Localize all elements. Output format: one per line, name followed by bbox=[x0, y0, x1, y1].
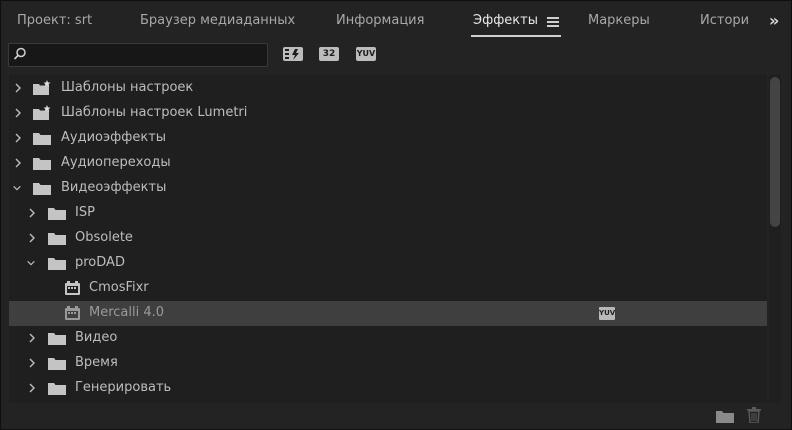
chevron-right-icon[interactable] bbox=[27, 232, 37, 244]
tab-info[interactable]: Информация bbox=[336, 13, 424, 28]
tree-row-label: CmosFixr bbox=[89, 280, 149, 295]
tree-row-mercalli[interactable]: Mercalli 4.0 YUV bbox=[9, 301, 767, 326]
search-icon bbox=[13, 47, 26, 60]
yuv-effects-button[interactable]: YUV bbox=[356, 45, 376, 63]
chevron-right-icon[interactable] bbox=[27, 207, 37, 219]
tree-row-label: Шаблоны настроек Lumetri bbox=[61, 105, 248, 120]
effects-panel: Проект: srt Браузер медиаданных Информац… bbox=[0, 0, 792, 430]
tree-row-label: Время bbox=[75, 355, 118, 370]
tree-row-label: Шаблоны настроек bbox=[61, 80, 194, 95]
chevron-right-icon[interactable] bbox=[27, 332, 37, 344]
active-tab-indicator bbox=[471, 35, 561, 37]
tree-row-generate[interactable]: Генерировать bbox=[9, 376, 767, 401]
tab-project[interactable]: Проект: srt bbox=[17, 13, 92, 28]
video-effect-icon bbox=[65, 281, 80, 295]
tabs-overflow-icon[interactable]: » bbox=[769, 11, 780, 30]
tree-row-audio-effects[interactable]: Аудиоэффекты bbox=[9, 126, 767, 151]
tree-row-lumetri-presets[interactable]: Шаблоны настроек Lumetri bbox=[9, 101, 767, 126]
chevron-right-icon[interactable] bbox=[27, 382, 37, 394]
folder-icon bbox=[48, 358, 66, 370]
search-box bbox=[8, 43, 268, 67]
folder-icon bbox=[33, 183, 51, 195]
tree-row-video-effects[interactable]: Видеоэффекты bbox=[9, 176, 767, 201]
tree-row-label: Аудиоэффекты bbox=[61, 130, 167, 145]
32-bit-effects-button[interactable]: 32 bbox=[319, 45, 339, 63]
folder-icon bbox=[33, 133, 51, 145]
yuv-icon: YUV bbox=[356, 47, 376, 61]
tree-row-label: proDAD bbox=[75, 255, 125, 270]
folder-icon bbox=[48, 208, 66, 220]
preset-folder-icon bbox=[33, 80, 51, 95]
new-bin-folder-icon[interactable] bbox=[716, 409, 734, 423]
tree-row-label: Видеоэффекты bbox=[61, 180, 167, 195]
accelerated-effects-icon bbox=[283, 47, 303, 61]
folder-icon bbox=[48, 333, 66, 345]
tree-row-obsolete[interactable]: Obsolete bbox=[9, 226, 767, 251]
tree-row-label: Аудиопереходы bbox=[61, 155, 171, 170]
tree-row-label: Obsolete bbox=[75, 230, 133, 245]
tree-row-video[interactable]: Видео bbox=[9, 326, 767, 351]
tree-row-presets[interactable]: Шаблоны настроек bbox=[9, 76, 767, 101]
tab-markers[interactable]: Маркеры bbox=[588, 13, 650, 28]
tree-row-prodad[interactable]: proDAD bbox=[9, 251, 767, 276]
chevron-right-icon[interactable] bbox=[13, 82, 23, 94]
accelerated-effects-button[interactable] bbox=[283, 45, 303, 63]
chevron-right-icon[interactable] bbox=[27, 357, 37, 369]
chevron-right-icon[interactable] bbox=[13, 157, 23, 169]
chevron-right-icon[interactable] bbox=[13, 132, 23, 144]
vertical-scrollbar[interactable] bbox=[769, 75, 781, 403]
panel-tab-bar: Проект: srt Браузер медиаданных Информац… bbox=[1, 1, 791, 39]
chevron-down-icon[interactable] bbox=[26, 257, 36, 269]
tab-effects[interactable]: Эффекты bbox=[473, 13, 538, 28]
tree-row-audio-transitions[interactable]: Аудиопереходы bbox=[9, 151, 767, 176]
video-effect-icon bbox=[65, 306, 80, 320]
effects-tree: Шаблоны настроек Шаблоны настроек Lumetr… bbox=[9, 75, 767, 403]
search-input[interactable] bbox=[31, 45, 265, 65]
folder-icon bbox=[48, 233, 66, 245]
tree-row-label: Mercalli 4.0 bbox=[89, 305, 165, 320]
tab-media-browser[interactable]: Браузер медиаданных bbox=[140, 13, 295, 28]
scrollbar-thumb[interactable] bbox=[770, 77, 780, 227]
panel-menu-icon[interactable] bbox=[547, 17, 559, 27]
32-bit-icon: 32 bbox=[319, 47, 339, 61]
folder-icon bbox=[48, 258, 66, 270]
tree-row-label: ISP bbox=[75, 205, 95, 220]
tree-row-cmosfixr[interactable]: CmosFixr bbox=[9, 276, 767, 301]
yuv-badge-icon: YUV bbox=[599, 307, 615, 320]
tree-row-time[interactable]: Время bbox=[9, 351, 767, 376]
folder-icon bbox=[33, 158, 51, 170]
tree-row-label: Генерировать bbox=[75, 380, 172, 395]
tab-history[interactable]: Истори bbox=[700, 13, 749, 28]
chevron-right-icon[interactable] bbox=[13, 107, 23, 119]
tree-row-isp[interactable]: ISP bbox=[9, 201, 767, 226]
folder-icon bbox=[48, 383, 66, 395]
chevron-down-icon[interactable] bbox=[12, 182, 22, 194]
preset-folder-icon bbox=[33, 105, 51, 120]
trash-icon[interactable] bbox=[747, 407, 761, 423]
tree-row-label: Видео bbox=[75, 330, 118, 345]
